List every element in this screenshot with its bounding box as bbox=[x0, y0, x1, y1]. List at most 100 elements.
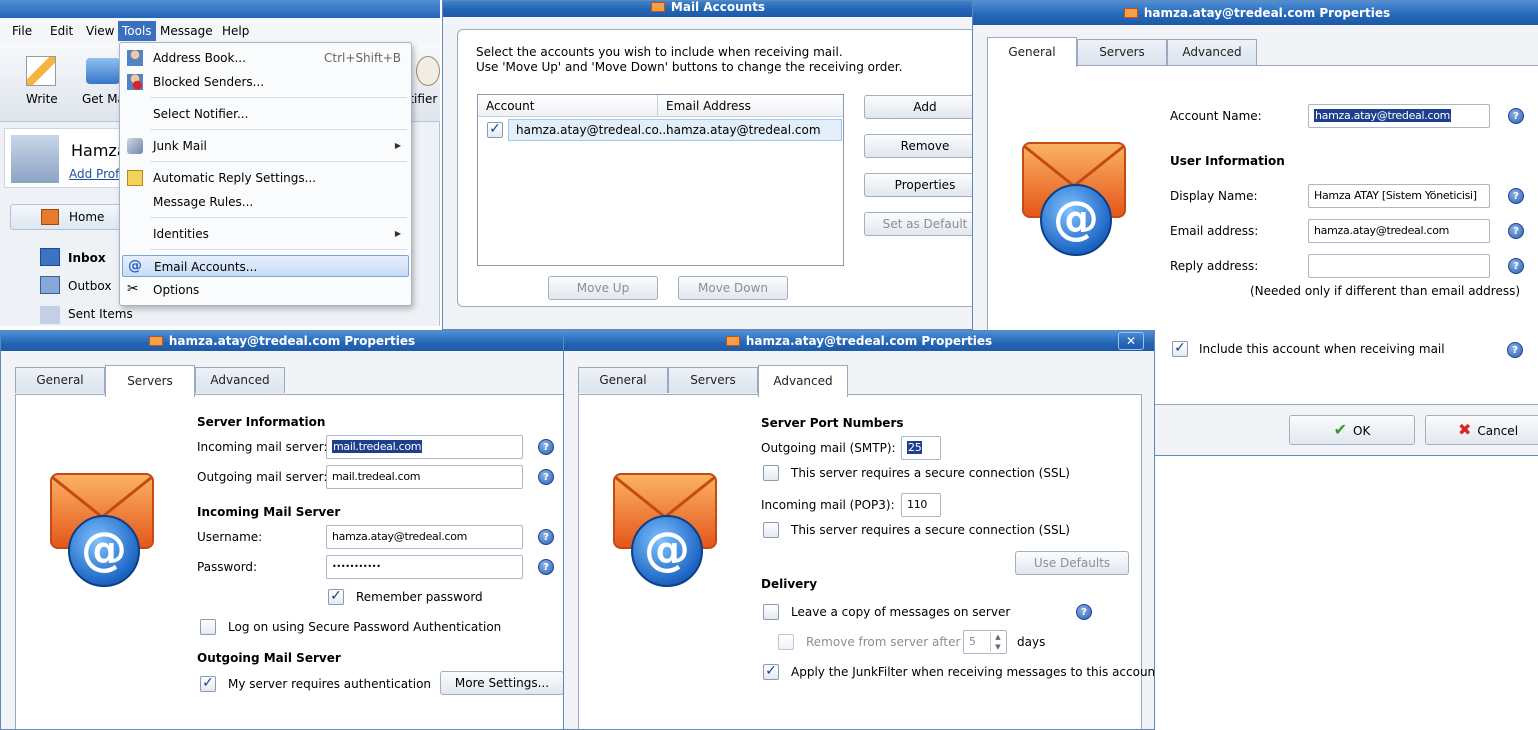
properties-general-titlebar: hamza.atay@tredeal.com Properties bbox=[973, 1, 1538, 25]
menu-view[interactable]: View bbox=[86, 24, 114, 38]
menu-item-identities[interactable]: Identities ▶ bbox=[122, 223, 409, 245]
get-mail-button[interactable]: Get Ma bbox=[80, 52, 125, 112]
menu-message[interactable]: Message bbox=[160, 24, 213, 38]
include-account-checkbox[interactable]: ✓ bbox=[1172, 341, 1188, 357]
email-address-input[interactable]: hamza.atay@tredeal.com bbox=[1308, 219, 1490, 243]
advanced-tab-panel: @ Server Port Numbers Outgoing mail (SMT… bbox=[578, 394, 1154, 729]
tab-servers[interactable]: Servers bbox=[1077, 39, 1167, 65]
tab-general[interactable]: General bbox=[15, 367, 105, 393]
help-icon[interactable]: ? bbox=[1508, 188, 1524, 204]
mail-account-icon: @ bbox=[1020, 142, 1130, 262]
help-icon[interactable]: ? bbox=[1508, 258, 1524, 274]
write-button[interactable]: Write bbox=[18, 52, 66, 112]
auto-reply-icon bbox=[127, 170, 143, 186]
remove-after-checkbox[interactable] bbox=[778, 634, 794, 650]
help-icon[interactable]: ? bbox=[1508, 223, 1524, 239]
pop3-port-input[interactable]: 110 bbox=[901, 493, 941, 517]
help-icon[interactable]: ? bbox=[538, 529, 554, 545]
tab-servers[interactable]: Servers bbox=[668, 367, 758, 393]
remember-password-checkbox[interactable]: ✓ bbox=[328, 589, 344, 605]
menu-item-junk-mail[interactable]: Junk Mail ▶ bbox=[122, 135, 409, 157]
help-icon[interactable]: ? bbox=[1507, 342, 1523, 358]
menu-item-auto-reply[interactable]: Automatic Reply Settings... bbox=[122, 167, 409, 189]
reply-address-input[interactable] bbox=[1308, 254, 1490, 278]
more-settings-button[interactable]: More Settings... bbox=[440, 671, 563, 695]
add-button[interactable]: Add bbox=[864, 95, 973, 119]
column-header-email[interactable]: Email Address bbox=[658, 95, 843, 117]
tools-menu: Address Book... Ctrl+Shift+B Blocked Sen… bbox=[119, 42, 412, 306]
properties-servers-window: hamza.atay@tredeal.com Properties Genera… bbox=[0, 330, 564, 730]
help-icon[interactable]: ? bbox=[538, 559, 554, 575]
junkfilter-checkbox[interactable]: ✓ bbox=[763, 664, 779, 680]
sent-icon bbox=[40, 306, 60, 324]
menu-separator bbox=[150, 249, 407, 250]
nav-sent[interactable]: Sent Items bbox=[40, 304, 320, 324]
help-icon[interactable]: ? bbox=[538, 469, 554, 485]
menu-item-email-accounts[interactable]: @ Email Accounts... bbox=[122, 255, 409, 277]
leave-copy-checkbox[interactable] bbox=[763, 604, 779, 620]
menu-item-options[interactable]: ✂ Options bbox=[122, 279, 409, 301]
help-icon[interactable]: ? bbox=[1076, 604, 1092, 620]
table-row[interactable]: ✓ hamza.atay@tredeal.co... hamza.atay@tr… bbox=[478, 119, 843, 141]
requires-auth-checkbox[interactable]: ✓ bbox=[200, 676, 216, 692]
use-defaults-button[interactable]: Use Defaults bbox=[1015, 551, 1129, 575]
tab-advanced[interactable]: Advanced bbox=[758, 365, 848, 397]
menu-separator bbox=[150, 97, 407, 98]
tab-general[interactable]: General bbox=[578, 367, 668, 393]
spa-checkbox[interactable] bbox=[200, 619, 216, 635]
mail-accounts-panel: Select the accounts you wish to include … bbox=[457, 29, 973, 307]
mail-account-icon: @ bbox=[611, 473, 721, 593]
account-include-checkbox[interactable]: ✓ bbox=[487, 122, 503, 138]
menu-separator bbox=[150, 217, 407, 218]
properties-button[interactable]: Properties bbox=[864, 173, 973, 197]
close-icon[interactable]: ✕ bbox=[1118, 332, 1144, 350]
move-up-button[interactable]: Move Up bbox=[548, 276, 658, 300]
username-input[interactable]: hamza.atay@tredeal.com bbox=[326, 525, 523, 549]
menu-file[interactable]: File bbox=[12, 24, 32, 38]
servers-tab-panel: @ Server Information Incoming mail serve… bbox=[15, 394, 563, 729]
menu-item-blocked-senders[interactable]: Blocked Senders... bbox=[122, 71, 409, 93]
properties-servers-titlebar: hamza.atay@tredeal.com Properties bbox=[1, 331, 563, 351]
menu-tools[interactable]: Tools bbox=[118, 21, 156, 41]
pencil-icon bbox=[26, 56, 56, 86]
add-profile-link[interactable]: Add Profi bbox=[69, 167, 123, 181]
properties-advanced-titlebar: hamza.atay@tredeal.com Properties bbox=[564, 331, 1154, 351]
display-name-input[interactable]: Hamza ATAY [Sistem Yöneticisi] bbox=[1308, 184, 1490, 208]
smtp-port-input[interactable]: 25 bbox=[901, 436, 941, 460]
accounts-list[interactable]: Account Email Address ✓ hamza.atay@trede… bbox=[477, 94, 844, 266]
home-icon bbox=[41, 209, 59, 225]
outgoing-server-input[interactable]: mail.tredeal.com bbox=[326, 465, 523, 489]
tab-servers[interactable]: Servers bbox=[105, 365, 195, 397]
notifier-icon bbox=[416, 56, 440, 86]
menu-help[interactable]: Help bbox=[222, 24, 249, 38]
smtp-ssl-checkbox[interactable] bbox=[763, 465, 779, 481]
menu-separator bbox=[150, 129, 407, 130]
junk-mail-icon bbox=[127, 138, 143, 154]
ok-button[interactable]: ✔ OK bbox=[1289, 415, 1415, 445]
envelope-icon bbox=[725, 336, 740, 346]
at-icon: @ bbox=[1040, 184, 1112, 256]
tab-advanced[interactable]: Advanced bbox=[195, 367, 285, 393]
password-input[interactable]: ••••••••••• bbox=[326, 555, 523, 579]
pop3-ssl-checkbox[interactable] bbox=[763, 522, 779, 538]
stepper-arrows-icon[interactable]: ▲ ▼ bbox=[990, 632, 1005, 652]
tab-general[interactable]: General bbox=[987, 37, 1077, 67]
menu-item-address-book[interactable]: Address Book... Ctrl+Shift+B bbox=[122, 47, 409, 69]
mail-account-icon: @ bbox=[48, 473, 158, 593]
submenu-arrow-icon: ▶ bbox=[394, 229, 401, 238]
account-name-input[interactable]: hamza.atay@tredeal.com bbox=[1308, 104, 1490, 128]
help-icon[interactable]: ? bbox=[1508, 108, 1524, 124]
menu-edit[interactable]: Edit bbox=[50, 24, 73, 38]
tab-advanced[interactable]: Advanced bbox=[1167, 39, 1257, 65]
remove-button[interactable]: Remove bbox=[864, 134, 973, 158]
set-default-button[interactable]: Set as Default bbox=[864, 212, 973, 236]
outbox-icon bbox=[40, 276, 60, 294]
incoming-server-input[interactable]: mail.tredeal.com bbox=[326, 435, 523, 459]
menu-item-select-notifier[interactable]: Select Notifier... bbox=[122, 103, 409, 125]
move-down-button[interactable]: Move Down bbox=[678, 276, 788, 300]
help-icon[interactable]: ? bbox=[538, 439, 554, 455]
cancel-button[interactable]: ✖ Cancel bbox=[1425, 415, 1538, 445]
column-header-account[interactable]: Account bbox=[478, 95, 658, 117]
menu-item-message-rules[interactable]: Message Rules... bbox=[122, 191, 409, 213]
properties-advanced-window: hamza.atay@tredeal.com Properties ✕ Gene… bbox=[563, 330, 1155, 730]
